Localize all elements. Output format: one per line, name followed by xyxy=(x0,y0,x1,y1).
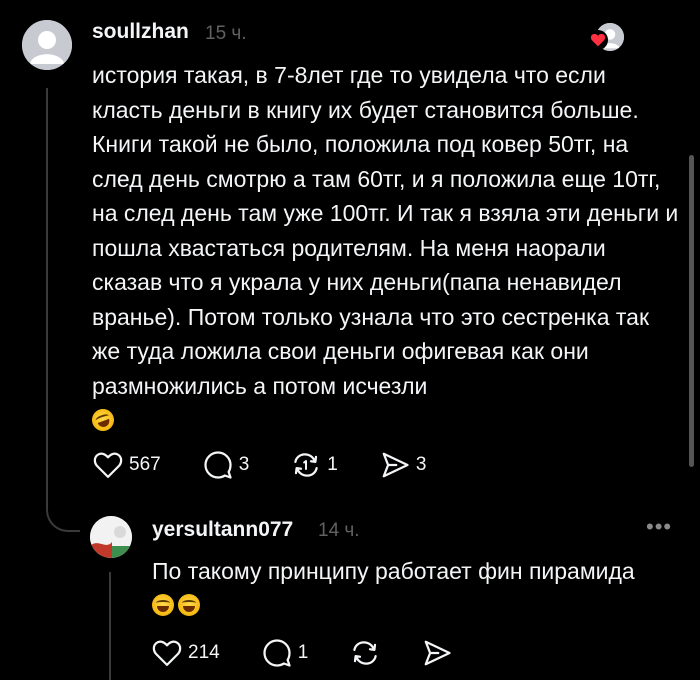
reply-like-button[interactable]: 214 xyxy=(152,639,220,667)
reply-author-username[interactable]: yersultann077 xyxy=(152,518,293,542)
comment-count: 3 xyxy=(238,454,250,475)
comment-icon xyxy=(204,451,232,479)
post-timestamp: 15 ч. xyxy=(205,23,247,44)
comment-button[interactable]: 3 xyxy=(203,450,250,480)
repost-count: 1 xyxy=(327,454,338,475)
like-count: 567 xyxy=(129,454,161,475)
reply-timestamp: 14 ч. xyxy=(318,520,360,541)
reply-repost-button[interactable] xyxy=(350,638,380,668)
profile-photo-icon xyxy=(90,516,132,558)
heart-icon xyxy=(152,640,182,666)
post-actions: 567 3 1 3 xyxy=(93,450,454,480)
rolling-laughing-emoji-icon xyxy=(88,405,118,435)
reply-comment-count: 1 xyxy=(297,642,309,663)
repost-icon xyxy=(353,641,378,665)
share-icon xyxy=(382,452,409,478)
tears-of-joy-emoji-icon xyxy=(178,594,200,616)
share-count: 3 xyxy=(415,454,427,475)
more-options-button[interactable]: ••• xyxy=(646,514,672,540)
reply-share-button[interactable] xyxy=(422,638,452,668)
reply-body: По такому принципу работает фин пирамида xyxy=(152,554,682,622)
scrollbar[interactable] xyxy=(689,155,694,467)
comment-icon xyxy=(263,639,291,667)
heart-icon xyxy=(93,452,123,478)
thread-line xyxy=(46,88,48,508)
author-avatar[interactable] xyxy=(22,20,72,70)
liked-badge xyxy=(588,30,608,50)
reply-text: По такому принципу работает фин пирамида xyxy=(152,558,635,584)
default-avatar-icon xyxy=(22,20,72,70)
repost-icon xyxy=(294,453,319,477)
thread-connector xyxy=(46,500,80,532)
tears-of-joy-emoji-icon xyxy=(152,594,174,616)
reply-thread-line xyxy=(109,572,111,680)
repost-button[interactable]: 1 xyxy=(291,450,338,480)
heart-filled-icon xyxy=(590,33,606,47)
reply-like-count: 214 xyxy=(188,642,220,663)
share-button[interactable]: 3 xyxy=(380,450,427,480)
post-body: история такая, в 7-8лет где то увидела ч… xyxy=(88,58,682,438)
author-username[interactable]: soullzhan xyxy=(92,20,189,44)
reply-actions: 214 1 xyxy=(152,638,480,668)
reply-comment-button[interactable]: 1 xyxy=(262,638,309,668)
like-button[interactable]: 567 xyxy=(93,451,161,479)
reply-author-avatar[interactable] xyxy=(90,516,132,558)
post-text: история такая, в 7-8лет где то увидела ч… xyxy=(92,62,679,399)
share-icon xyxy=(424,640,451,666)
